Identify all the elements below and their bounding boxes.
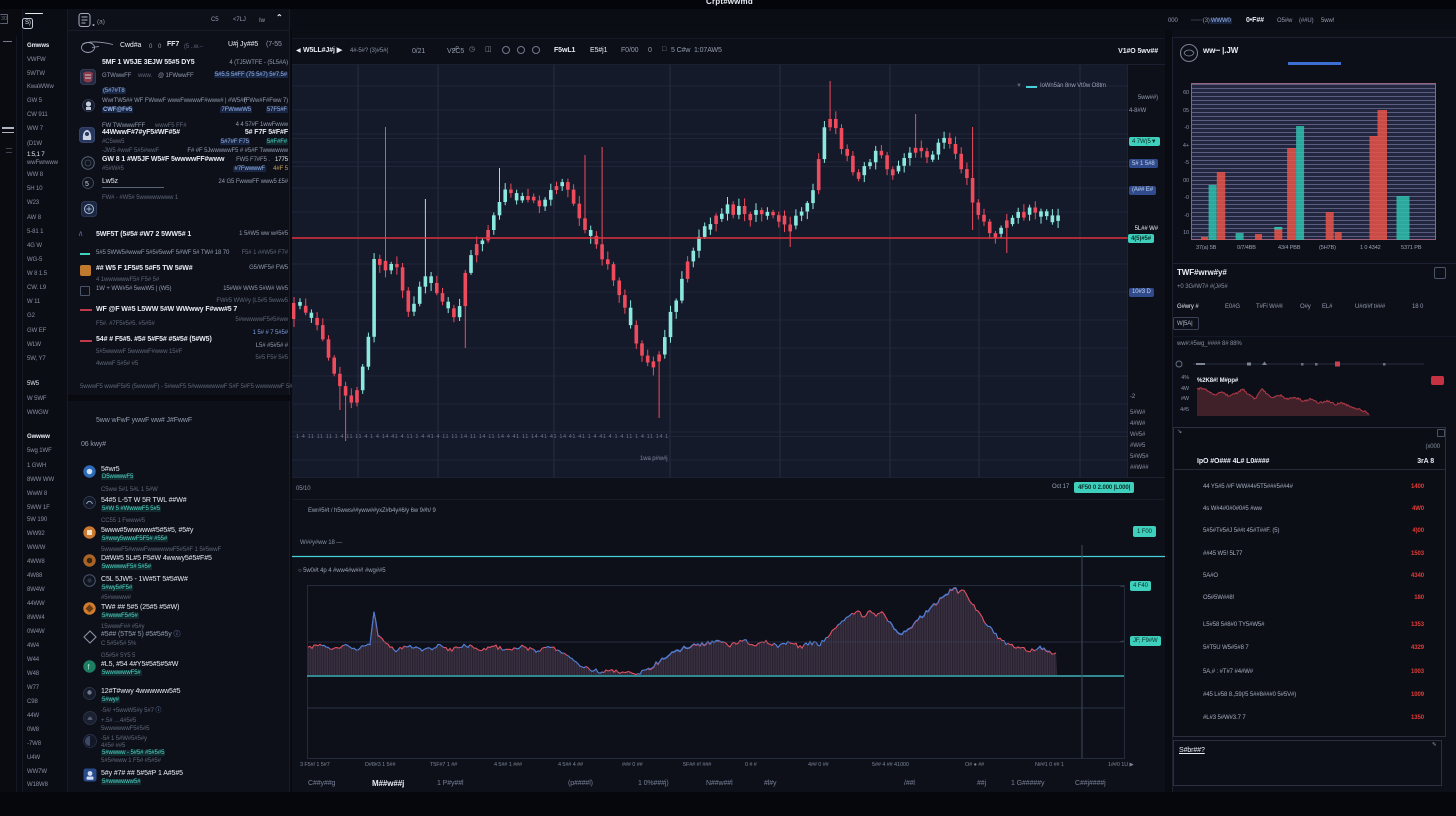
svg-text:(a): (a): [97, 19, 105, 26]
svg-text:5: 5: [85, 181, 89, 188]
svg-text:f: f: [88, 665, 90, 672]
